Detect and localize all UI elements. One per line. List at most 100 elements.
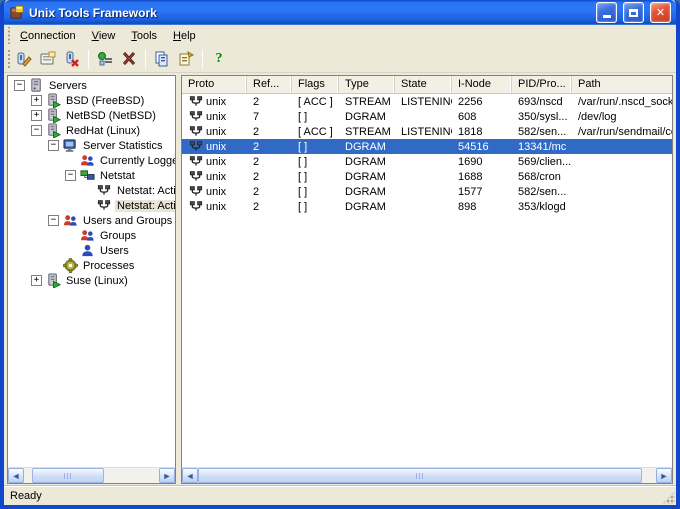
menu-connection[interactable]: Connection — [12, 27, 84, 45]
tree-item-netstat-activ[interactable]: Netstat: Activ — [8, 183, 175, 198]
tree-item-users[interactable]: Users — [8, 243, 175, 258]
tree-item-label: Netstat: Activ — [117, 184, 175, 197]
expander-minus-icon[interactable]: − — [48, 215, 59, 226]
table-row[interactable]: unix 2 [ ACC ] STREAM LISTENING 1818 582/sen..… — [182, 124, 672, 139]
expander-plus-icon[interactable]: + — [31, 110, 42, 121]
tree-item-processes[interactable]: Processes — [8, 258, 175, 273]
title-bar[interactable]: Unix Tools Framework ✕ — [4, 0, 676, 25]
scroll-right-button[interactable]: ► — [159, 468, 175, 483]
tree-item-netbsd-netbsd[interactable]: + NetBSD (NetBSD) — [8, 108, 175, 123]
tree-item-label: Users — [100, 244, 129, 257]
disconnect-icon — [121, 51, 137, 67]
cell-ref: 2 — [253, 170, 260, 183]
tree-item-servers[interactable]: − Servers — [8, 78, 175, 93]
menubar-gripper-handle[interactable] — [6, 27, 11, 44]
cell-type: DGRAM — [345, 200, 386, 213]
cell-path: /var/run/.nscd_socket — [578, 95, 672, 108]
tree-item-label: Server Statistics — [83, 139, 163, 152]
tree-item-bsd-freebsd[interactable]: + BSD (FreeBSD) — [8, 93, 175, 108]
tree-item-netstat[interactable]: − Netstat — [8, 168, 175, 183]
maximize-icon — [629, 8, 638, 17]
expander-plus-icon[interactable]: + — [31, 95, 42, 106]
expander-plus-icon[interactable]: + — [31, 275, 42, 286]
table-row[interactable]: unix 2 [ ACC ] STREAM LISTENING 2256 693/nscd /… — [182, 94, 672, 109]
tree-item-server-statistics[interactable]: − Server Statistics — [8, 138, 175, 153]
cell-flags: [ ] — [298, 200, 308, 213]
toolbar-gripper-handle[interactable] — [6, 48, 11, 70]
table-row[interactable]: unix 2 [ ] DGRAM 1690 569/clien... — [182, 154, 672, 169]
resize-grip-handle[interactable] — [662, 491, 675, 504]
cell-i-node: 1818 — [458, 125, 483, 138]
menu-tools[interactable]: Tools — [123, 27, 165, 45]
tree-item-label: Users and Groups — [83, 214, 173, 227]
expander-minus-icon[interactable]: − — [48, 140, 59, 151]
cell-proto: unix — [182, 154, 247, 170]
cell-flags: [ ] — [298, 110, 308, 123]
cell-state: LISTENING — [401, 95, 452, 108]
tree-horizontal-scrollbar[interactable]: ◄ ► — [8, 467, 175, 483]
cell-ref: 2 — [253, 155, 260, 168]
table-body: unix 2 [ ACC ] STREAM LISTENING 2256 693/nscd /… — [182, 94, 672, 467]
menu-bar: Connection View Tools Help — [4, 25, 676, 46]
table-row[interactable]: unix 7 [ ] DGRAM 608 350/sysl... /dev/log — [182, 109, 672, 124]
scrollbar-thumb[interactable] — [32, 468, 104, 483]
maximize-button[interactable] — [623, 2, 644, 23]
tree-item-label: Currently Logged — [100, 154, 175, 167]
tree-item-label: Groups — [100, 229, 137, 242]
menu-help[interactable]: Help — [165, 27, 204, 45]
scrollbar-track[interactable] — [198, 468, 656, 483]
delete-connection-button[interactable] — [60, 48, 84, 71]
table-row[interactable]: unix 2 [ ] DGRAM 1577 582/sen... — [182, 184, 672, 199]
cell-type: DGRAM — [345, 185, 386, 198]
edit-connection-button[interactable] — [12, 48, 36, 71]
menu-view[interactable]: View — [84, 27, 124, 45]
scroll-left-button[interactable]: ◄ — [8, 468, 24, 483]
close-button[interactable]: ✕ — [650, 2, 671, 23]
help-button[interactable]: ? — [207, 48, 231, 71]
disconnect-button[interactable] — [117, 48, 141, 71]
connect-button[interactable] — [93, 48, 117, 71]
table-row[interactable]: unix 2 [ ] DGRAM 54516 13341/mc — [182, 139, 672, 154]
tree-item-suse-linux[interactable]: + Suse (Linux) — [8, 273, 175, 288]
scrollbar-thumb[interactable] — [198, 468, 642, 483]
scroll-right-button[interactable]: ► — [656, 468, 672, 483]
column-header-i-node[interactable]: I-Node — [452, 76, 512, 93]
column-header-ref[interactable]: Ref... — [247, 76, 292, 93]
proto-value: unix — [206, 95, 227, 108]
minimize-button[interactable] — [596, 2, 617, 23]
tree-item-currently-logged[interactable]: Currently Logged — [8, 153, 175, 168]
scrollbar-track[interactable] — [24, 468, 159, 483]
tree-item-groups[interactable]: Groups — [8, 228, 175, 243]
table-row[interactable]: unix 2 [ ] DGRAM 898 353/klogd — [182, 199, 672, 214]
group-red-icon — [79, 153, 95, 169]
connection-properties-button[interactable] — [36, 48, 60, 71]
scroll-left-button[interactable]: ◄ — [182, 468, 198, 483]
cell-state: LISTENING — [401, 125, 452, 138]
server-os-icon — [45, 93, 61, 109]
tree-item-users-and-groups[interactable]: − Users and Groups — [8, 213, 175, 228]
cell-i-node: 608 — [458, 110, 477, 123]
plug-icon — [188, 184, 204, 200]
tree-item-netstat-activ[interactable]: Netstat: Activ — [8, 198, 175, 213]
column-header-path[interactable]: Path — [572, 76, 672, 93]
tree-item-redhat-linux[interactable]: − RedHat (Linux) — [8, 123, 175, 138]
cell-type: DGRAM — [345, 155, 386, 168]
cell-flags: [ ] — [298, 155, 308, 168]
plug-icon — [188, 169, 204, 185]
close-icon: ✕ — [655, 7, 666, 19]
column-header-type[interactable]: Type — [339, 76, 395, 93]
expander-minus-icon[interactable]: − — [65, 170, 76, 181]
cell-type: STREAM — [345, 95, 391, 108]
proto-value: unix — [206, 155, 227, 168]
column-header-state[interactable]: State — [395, 76, 452, 93]
reports-button[interactable] — [150, 48, 174, 71]
expander-minus-icon[interactable]: − — [14, 80, 25, 91]
column-header-pid-pro[interactable]: PID/Pro... — [512, 76, 572, 93]
column-header-proto[interactable]: Proto — [182, 76, 247, 93]
table-row[interactable]: unix 2 [ ] DGRAM 1688 568/cron — [182, 169, 672, 184]
column-header-flags[interactable]: Flags — [292, 76, 339, 93]
cell-i-node: 1577 — [458, 185, 483, 198]
table-horizontal-scrollbar[interactable]: ◄ ► — [182, 467, 672, 483]
export-button[interactable] — [174, 48, 198, 71]
expander-minus-icon[interactable]: − — [31, 125, 42, 136]
